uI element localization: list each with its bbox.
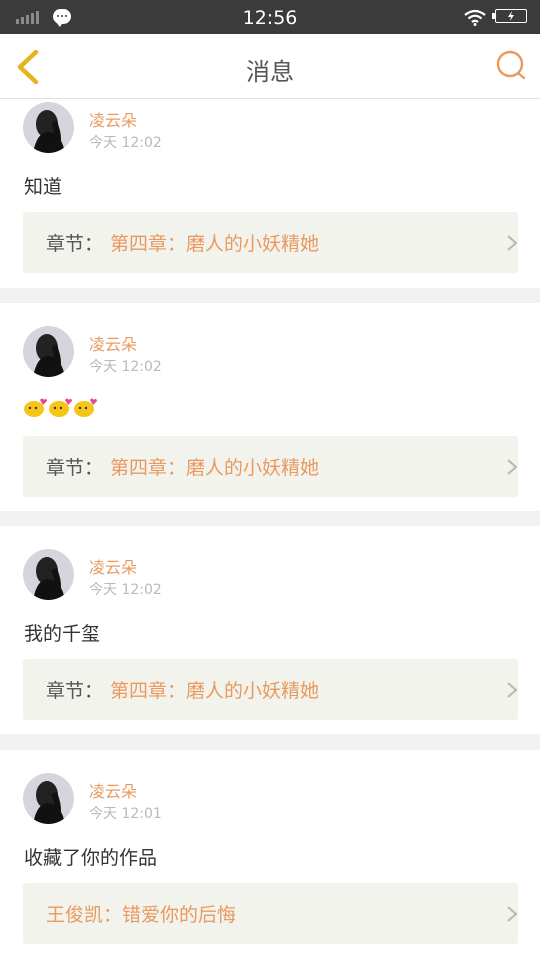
chapter-label: 章节： bbox=[46, 457, 104, 479]
chevron-right-icon bbox=[507, 906, 518, 922]
work-link[interactable]: 王俊凯：错爱你的后悔 bbox=[23, 883, 518, 944]
user-name[interactable]: 凌云朵 bbox=[89, 107, 137, 131]
kiss-emoji-icon bbox=[24, 398, 47, 417]
chapter-label: 章节： bbox=[46, 680, 104, 702]
chapter-link[interactable]: 章节： 第四章：磨人的小妖精她 bbox=[23, 436, 518, 497]
user-name[interactable]: 凌云朵 bbox=[89, 331, 137, 355]
chapter-link[interactable]: 章节： 第四章：磨人的小妖精她 bbox=[23, 212, 518, 273]
message-card: 凌云朵 今天 12:02 我的千玺 章节： 第四章：磨人的小妖精她 bbox=[0, 526, 540, 734]
top-bar: 消息 bbox=[0, 34, 540, 99]
status-bar: 12:56 bbox=[0, 0, 540, 34]
kiss-emoji-icon bbox=[74, 398, 97, 417]
avatar[interactable] bbox=[23, 102, 74, 153]
message-time: 今天 12:01 bbox=[89, 806, 162, 822]
message-card: 凌云朵 今天 12:02 知道 章节： 第四章：磨人的小妖精她 bbox=[0, 99, 540, 288]
chapter-title: 第四章：磨人的小妖精她 bbox=[110, 233, 320, 255]
user-name[interactable]: 凌云朵 bbox=[89, 778, 137, 802]
chapter-link[interactable]: 章节： 第四章：磨人的小妖精她 bbox=[23, 659, 518, 720]
battery-icon bbox=[492, 9, 527, 23]
status-time: 12:56 bbox=[242, 7, 298, 29]
user-name[interactable]: 凌云朵 bbox=[89, 554, 137, 578]
message-text: 我的千玺 bbox=[24, 623, 101, 645]
chapter-title: 第四章：磨人的小妖精她 bbox=[110, 457, 320, 479]
message-card: 凌云朵 今天 12:02 章节： 第四章：磨人的小妖精她 bbox=[0, 303, 540, 511]
chevron-right-icon bbox=[507, 235, 518, 251]
chevron-right-icon bbox=[507, 459, 518, 475]
message-time: 今天 12:02 bbox=[89, 582, 162, 598]
message-time: 今天 12:02 bbox=[89, 359, 162, 375]
message-time: 今天 12:02 bbox=[89, 135, 162, 151]
chapter-label: 章节： bbox=[46, 233, 104, 255]
search-icon[interactable] bbox=[494, 48, 528, 82]
message-text: 收藏了你的作品 bbox=[24, 847, 158, 869]
wifi-icon bbox=[464, 9, 486, 26]
work-title: 王俊凯：错爱你的后悔 bbox=[46, 904, 237, 926]
avatar[interactable] bbox=[23, 326, 74, 377]
avatar[interactable] bbox=[23, 773, 74, 824]
avatar[interactable] bbox=[23, 549, 74, 600]
chevron-right-icon bbox=[507, 682, 518, 698]
message-card: 凌云朵 今天 12:01 收藏了你的作品 王俊凯：错爱你的后悔 bbox=[0, 750, 540, 960]
page-title: 消息 bbox=[246, 58, 294, 86]
kiss-emoji-icon bbox=[49, 398, 72, 417]
message-text: 知道 bbox=[24, 176, 63, 198]
chapter-title: 第四章：磨人的小妖精她 bbox=[110, 680, 320, 702]
